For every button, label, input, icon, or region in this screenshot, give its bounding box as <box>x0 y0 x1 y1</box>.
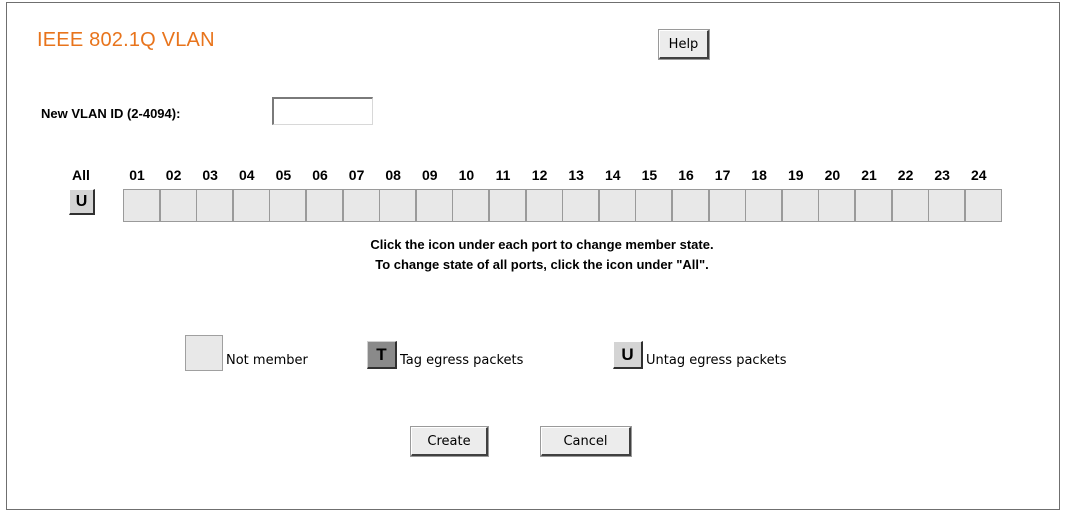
port-state-toggle-08[interactable] <box>379 189 417 222</box>
legend-untag-label: Untag egress packets <box>646 353 787 368</box>
port-state-toggle-02[interactable] <box>159 189 197 222</box>
port-state-toggle-22[interactable] <box>891 189 929 222</box>
port-header-12: 12 <box>531 167 548 183</box>
port-state-toggle-19[interactable] <box>781 189 819 222</box>
port-header-20: 20 <box>824 167 841 183</box>
help-button[interactable]: Help <box>659 30 709 59</box>
create-button[interactable]: Create <box>411 427 488 456</box>
port-header-10: 10 <box>458 167 475 183</box>
port-header-08: 08 <box>385 167 401 183</box>
vlan-id-input[interactable] <box>272 97 373 125</box>
port-state-toggle-17[interactable] <box>708 189 746 222</box>
port-header-01: 01 <box>129 167 145 183</box>
port-state-toggle-10[interactable] <box>452 189 490 222</box>
port-state-toggle-07[interactable] <box>342 189 380 222</box>
port-header-17: 17 <box>714 167 731 183</box>
port-state-toggle-14[interactable] <box>598 189 636 222</box>
port-state-toggle-12[interactable] <box>525 189 563 222</box>
legend-untag-swatch: U <box>613 341 643 369</box>
port-header-04: 04 <box>239 167 255 183</box>
port-state-toggle-24[interactable] <box>964 189 1002 222</box>
port-state-toggle-23[interactable] <box>928 189 966 222</box>
port-state-toggle-11[interactable] <box>489 189 526 222</box>
port-header-22: 22 <box>897 167 914 183</box>
port-header-09: 09 <box>422 167 438 183</box>
port-state-toggle-20[interactable] <box>818 189 856 222</box>
port-state-toggle-15[interactable] <box>635 189 673 222</box>
port-state-toggle-16[interactable] <box>672 189 709 222</box>
all-ports-state-toggle[interactable]: U <box>69 189 95 215</box>
legend-tag-label: Tag egress packets <box>400 353 524 368</box>
port-header-15: 15 <box>641 167 658 183</box>
instruction-line-2: To change state of all ports, click the … <box>375 257 709 272</box>
port-state-toggle-03[interactable] <box>196 189 234 222</box>
port-header-21: 21 <box>861 167 877 183</box>
legend-not-member-label: Not member <box>226 353 308 368</box>
port-state-toggle-05[interactable] <box>269 189 307 222</box>
port-state-toggle-04[interactable] <box>232 189 270 222</box>
vlan-id-label: New VLAN ID (2-4094): <box>41 106 181 121</box>
port-state-toggle-01[interactable] <box>123 189 160 222</box>
port-state-toggle-13[interactable] <box>562 189 600 222</box>
port-header-06: 06 <box>312 167 328 183</box>
port-header-05: 05 <box>275 167 292 183</box>
port-header-18: 18 <box>751 167 767 183</box>
instruction-line-1: Click the icon under each port to change… <box>370 237 714 252</box>
port-header-11: 11 <box>495 167 511 183</box>
port-header-07: 07 <box>348 167 365 183</box>
port-header-03: 03 <box>202 167 218 183</box>
cancel-button[interactable]: Cancel <box>541 427 631 456</box>
port-state-toggle-21[interactable] <box>855 189 892 222</box>
legend-tag-swatch: T <box>367 341 397 369</box>
all-ports-header: All <box>72 167 90 183</box>
legend-not-member-swatch <box>185 335 223 371</box>
page-title: IEEE 802.1Q VLAN <box>37 29 215 51</box>
port-state-toggle-06[interactable] <box>306 189 343 222</box>
port-state-toggle-09[interactable] <box>415 189 453 222</box>
port-header-24: 24 <box>971 167 987 183</box>
vlan-panel: IEEE 802.1Q VLAN Help New VLAN ID (2-409… <box>6 2 1060 510</box>
port-header-14: 14 <box>605 167 621 183</box>
port-header-02: 02 <box>165 167 182 183</box>
port-header-23: 23 <box>934 167 950 183</box>
port-state-toggle-18[interactable] <box>745 189 783 222</box>
port-header-19: 19 <box>788 167 804 183</box>
port-header-16: 16 <box>678 167 694 183</box>
port-header-13: 13 <box>568 167 584 183</box>
